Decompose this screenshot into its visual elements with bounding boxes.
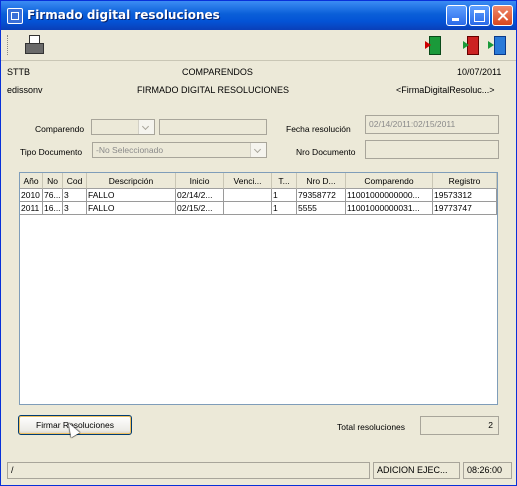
org-label: STTB [7,67,31,77]
fecha-resolucion-field[interactable]: 02/14/2011:02/15/2011 [365,115,499,134]
date-label: 10/07/2011 [457,67,502,77]
maximize-button[interactable] [469,5,490,26]
cell-registro: 19773747 [433,202,497,215]
toolbar-grip[interactable] [7,35,11,55]
resoluciones-table[interactable]: Año No Cod Descripción Inicio Venci... T… [19,172,498,405]
column-header-descripcion[interactable]: Descripción [87,173,176,189]
cell-vencimiento [224,202,272,215]
cell-ano: 2011 [20,202,43,215]
comparendo-input[interactable] [159,119,267,135]
column-header-cod[interactable]: Cod [63,173,87,189]
door-icon[interactable] [463,35,482,55]
title-bar[interactable]: Firmado digital resoluciones [1,1,516,30]
cell-descripcion: FALLO [87,189,176,202]
window-icon[interactable] [7,8,23,24]
fecha-resolucion-label: Fecha resolución [286,124,351,134]
status-time: 08:26:00 [463,462,512,479]
module-label: COMPARENDOS [182,67,253,77]
status-bar: / ADICION EJEC... 08:26:00 [5,460,514,482]
cell-nro-documento: 5555 [297,202,346,215]
user-label: edissonv [7,85,43,95]
chevron-down-icon[interactable] [250,143,266,157]
close-button[interactable] [492,5,513,26]
exit-door-icon[interactable] [425,35,444,55]
tipo-documento-select[interactable]: -No Seleccionado [92,142,267,158]
column-header-ano[interactable]: Año [20,173,43,189]
minimize-button[interactable] [446,5,467,26]
cell-inicio: 02/14/2... [176,189,224,202]
cell-nro-documento: 79358772 [297,189,346,202]
cell-registro: 19573312 [433,189,497,202]
enter-door-icon[interactable] [488,35,506,55]
status-mode: ADICION EJEC... [373,462,460,479]
cell-tipo: 1 [272,202,297,215]
cell-descripcion: FALLO [87,202,176,215]
toolbar [1,30,516,61]
column-header-nro-documento[interactable]: Nro D... [297,173,346,189]
total-resoluciones-label: Total resoluciones [337,422,406,432]
column-header-inicio[interactable]: Inicio [176,173,224,189]
column-header-vencimiento[interactable]: Venci... [224,173,272,189]
nro-documento-label: Nro Documento [296,147,356,157]
column-header-no[interactable]: No [43,173,63,189]
printer-icon[interactable] [23,34,45,56]
window-title: Firmado digital resoluciones [27,8,220,22]
cell-no: 16... [43,202,63,215]
tipo-documento-value: -No Seleccionado [96,145,164,155]
comparendo-label: Comparendo [35,124,85,134]
form-title: FIRMADO DIGITAL RESOLUCIONES [137,85,290,95]
form-id-label: <FirmaDigitalResoluc...> [396,85,495,95]
cell-ano: 2010 [20,189,43,202]
cell-inicio: 02/15/2... [176,202,224,215]
comparendo-select[interactable] [91,119,155,135]
tipo-documento-label: Tipo Documento [20,147,83,157]
status-message: / [7,462,370,479]
column-header-comparendo[interactable]: Comparendo [346,173,433,189]
cell-no: 76... [43,189,63,202]
app-window: Firmado digital resoluciones STTB COMPAR… [0,0,517,486]
column-header-tipo[interactable]: T... [272,173,297,189]
cell-comparendo: 11001000000000... [346,189,433,202]
nro-documento-field[interactable] [365,140,499,159]
cell-comparendo: 11001000000031... [346,202,433,215]
column-header-registro[interactable]: Registro [433,173,497,189]
chevron-down-icon[interactable] [138,120,154,134]
cell-cod: 3 [63,202,87,215]
cell-tipo: 1 [272,189,297,202]
fecha-resolucion-value: 02/14/2011:02/15/2011 [369,119,456,129]
cell-vencimiento [224,189,272,202]
total-resoluciones-value: 2 [420,416,499,435]
cell-cod: 3 [63,189,87,202]
